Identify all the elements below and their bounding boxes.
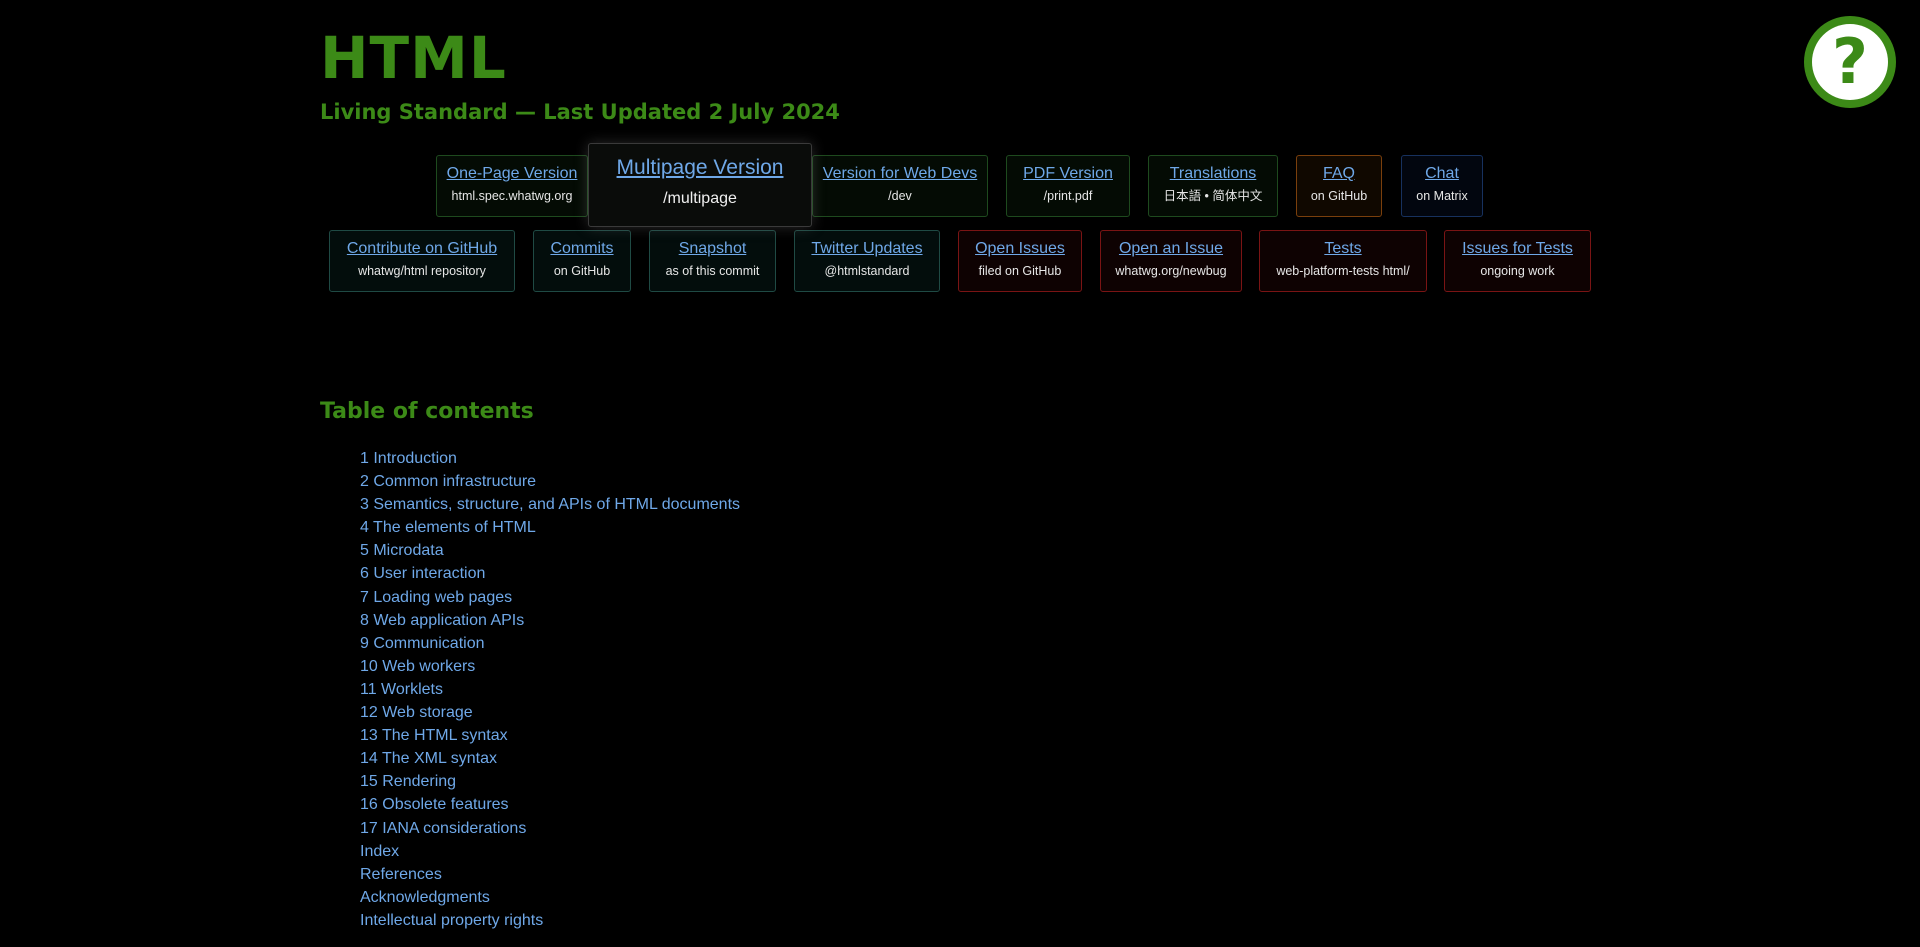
nav-link-web-devs[interactable]: Version for Web Devs [813, 164, 987, 184]
toc-item: 15 Rendering [360, 770, 740, 793]
toc-link[interactable]: 17 IANA considerations [360, 820, 526, 837]
toc-item: 8 Web application APIs [360, 609, 740, 632]
nav-sub-open-issues: filed on GitHub [978, 264, 1062, 278]
page-subtitle: Living Standard — Last Updated 2 July 20… [320, 100, 840, 124]
nav-sub-twitter: @htmlstandard [824, 264, 910, 278]
question-mark-icon: ? [1812, 24, 1888, 100]
toc-item: 10 Web workers [360, 655, 740, 678]
toc-item: 14 The XML syntax [360, 747, 740, 770]
nav-card-twitter[interactable]: Twitter Updates @htmlstandard [794, 230, 940, 292]
toc-link[interactable]: 6 User interaction [360, 565, 485, 582]
toc-link[interactable]: 13 The HTML syntax [360, 727, 508, 744]
nav-sub-web-devs: /dev [888, 189, 912, 203]
nav-sub-chat: on Matrix [1416, 189, 1468, 203]
nav-card-open-an-issue[interactable]: Open an Issue whatwg.org/newbug [1100, 230, 1242, 292]
nav-link-twitter[interactable]: Twitter Updates [795, 239, 939, 259]
toc-link[interactable]: 10 Web workers [360, 658, 475, 675]
toc-link[interactable]: 5 Microdata [360, 542, 444, 559]
nav-link-contribute[interactable]: Contribute on GitHub [330, 239, 514, 259]
nav-sub-multipage: /multipage [663, 190, 737, 207]
toc-item: 11 Worklets [360, 678, 740, 701]
toc-link[interactable]: 15 Rendering [360, 773, 456, 790]
nav-link-snapshot[interactable]: Snapshot [650, 239, 775, 259]
nav-sub-tests: web-platform-tests html/ [1276, 264, 1410, 278]
toc-item: 6 User interaction [360, 562, 740, 585]
nav-sub-one-page: html.spec.whatwg.org [451, 189, 573, 203]
toc-heading: Table of contents [320, 399, 534, 424]
toc-item: 4 The elements of HTML [360, 516, 740, 539]
nav-sub-pdf: /print.pdf [1043, 189, 1093, 203]
toc-link[interactable]: 3 Semantics, structure, and APIs of HTML… [360, 496, 740, 513]
toc-link[interactable]: References [360, 866, 442, 883]
toc-link[interactable]: 2 Common infrastructure [360, 473, 536, 490]
nav-card-commits[interactable]: Commits on GitHub [533, 230, 631, 292]
toc-link[interactable]: 12 Web storage [360, 704, 473, 721]
nav-card-chat[interactable]: Chat on Matrix [1401, 155, 1483, 217]
toc-link[interactable]: 7 Loading web pages [360, 589, 512, 606]
nav-link-open-issues[interactable]: Open Issues [959, 239, 1081, 259]
toc-item: 9 Communication [360, 632, 740, 655]
toc-item: 1 Introduction [360, 447, 740, 470]
nav-link-pdf[interactable]: PDF Version [1007, 164, 1129, 184]
nav-sub-contribute: whatwg/html repository [358, 264, 486, 278]
nav-sub-faq: on GitHub [1310, 189, 1368, 203]
help-button[interactable]: ? [1804, 16, 1896, 108]
nav-sub-issues-for-tests: ongoing work [1480, 264, 1555, 278]
nav-link-multipage[interactable]: Multipage Version [589, 154, 811, 182]
toc-link[interactable]: 14 The XML syntax [360, 750, 497, 767]
nav-sub-commits: on GitHub [553, 264, 611, 278]
nav-link-translations[interactable]: Translations [1149, 164, 1277, 184]
nav-card-pdf[interactable]: PDF Version /print.pdf [1006, 155, 1130, 217]
toc-item: Index [360, 840, 740, 863]
nav-card-multipage[interactable]: Multipage Version /multipage [588, 143, 812, 227]
nav-row-primary: One-Page Version html.spec.whatwg.org Mu… [0, 143, 1920, 227]
page-title: HTML [320, 24, 507, 92]
toc-link[interactable]: 8 Web application APIs [360, 612, 524, 629]
nav-card-contribute[interactable]: Contribute on GitHub whatwg/html reposit… [329, 230, 515, 292]
nav-card-one-page[interactable]: One-Page Version html.spec.whatwg.org [436, 155, 588, 217]
nav-card-translations[interactable]: Translations 日本語 • 简体中文 [1148, 155, 1278, 217]
nav-link-one-page[interactable]: One-Page Version [437, 164, 587, 184]
toc-link[interactable]: 1 Introduction [360, 450, 457, 467]
nav-card-web-devs[interactable]: Version for Web Devs /dev [812, 155, 988, 217]
toc-list: 1 Introduction 2 Common infrastructure 3… [360, 447, 740, 932]
toc-item: 3 Semantics, structure, and APIs of HTML… [360, 493, 740, 516]
toc-item: 5 Microdata [360, 539, 740, 562]
toc-item: Acknowledgments [360, 886, 740, 909]
nav-card-snapshot[interactable]: Snapshot as of this commit [649, 230, 776, 292]
nav-link-commits[interactable]: Commits [534, 239, 630, 259]
toc-item: 17 IANA considerations [360, 817, 740, 840]
toc-item: Intellectual property rights [360, 909, 740, 932]
toc-link[interactable]: 9 Communication [360, 635, 485, 652]
nav-row-secondary: Contribute on GitHub whatwg/html reposit… [0, 230, 1920, 292]
nav-link-chat[interactable]: Chat [1402, 164, 1482, 184]
toc-link[interactable]: 11 Worklets [360, 681, 443, 698]
nav-sub-translations: 日本語 • 简体中文 [1163, 189, 1263, 203]
toc-link[interactable]: Index [360, 843, 399, 860]
toc-item: References [360, 863, 740, 886]
nav-link-open-an-issue[interactable]: Open an Issue [1101, 239, 1241, 259]
nav-sub-snapshot: as of this commit [665, 264, 760, 278]
nav-sub-open-an-issue: whatwg.org/newbug [1115, 264, 1227, 278]
page: HTML Living Standard — Last Updated 2 Ju… [0, 0, 1920, 947]
nav-link-faq[interactable]: FAQ [1297, 164, 1381, 184]
toc-link[interactable]: 16 Obsolete features [360, 796, 509, 813]
toc-link[interactable]: Acknowledgments [360, 889, 490, 906]
toc-item: 16 Obsolete features [360, 793, 740, 816]
nav-card-faq[interactable]: FAQ on GitHub [1296, 155, 1382, 217]
toc-link[interactable]: Intellectual property rights [360, 912, 543, 929]
toc-item: 13 The HTML syntax [360, 724, 740, 747]
nav-card-tests[interactable]: Tests web-platform-tests html/ [1259, 230, 1427, 292]
toc-item: 7 Loading web pages [360, 586, 740, 609]
nav-card-issues-for-tests[interactable]: Issues for Tests ongoing work [1444, 230, 1591, 292]
nav-link-issues-for-tests[interactable]: Issues for Tests [1445, 239, 1590, 259]
nav-link-tests[interactable]: Tests [1260, 239, 1426, 259]
toc-link[interactable]: 4 The elements of HTML [360, 519, 536, 536]
nav-card-open-issues[interactable]: Open Issues filed on GitHub [958, 230, 1082, 292]
toc-item: 12 Web storage [360, 701, 740, 724]
toc-item: 2 Common infrastructure [360, 470, 740, 493]
